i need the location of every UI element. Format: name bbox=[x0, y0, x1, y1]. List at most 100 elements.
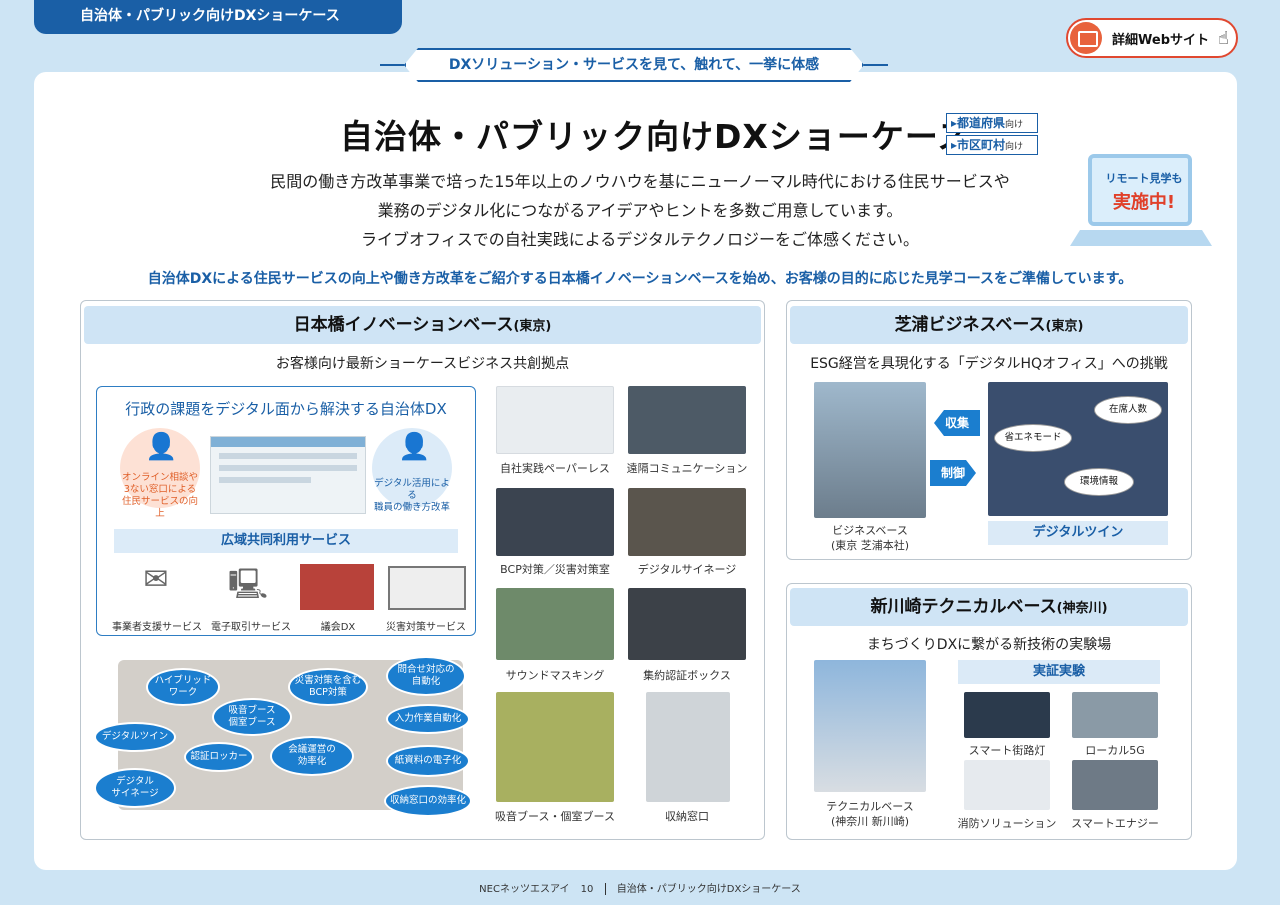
page-title: 自治体・パブリック向けDXショーケース bbox=[340, 117, 972, 156]
photo-caption: 遠隔コミュニケーション bbox=[626, 462, 748, 475]
shinkawasaki-region: (神奈川) bbox=[1056, 601, 1108, 616]
shibaura-subtitle: ESG経営を具現化する「デジタルHQオフィス」への挑戦 bbox=[810, 356, 1168, 372]
nihonbashi-header: 日本橋イノベーションベース(東京) bbox=[84, 306, 761, 344]
remote-tour-now: 実施中! bbox=[1112, 192, 1176, 213]
ribbon-line-right bbox=[862, 64, 888, 66]
nihonbashi-region: (東京) bbox=[513, 319, 552, 334]
firefighting-photo bbox=[964, 760, 1050, 810]
digital-twin-label: デジタルツイン bbox=[988, 521, 1168, 545]
bubble-meeting: 会議運営の 効率化 bbox=[270, 736, 354, 776]
tag-prefecture: ▸都道府県向け bbox=[946, 113, 1038, 133]
photo-caption: BCP対策／災害対策室 bbox=[500, 563, 610, 576]
bubble-paper-digital: 紙資料の電子化 bbox=[386, 745, 470, 777]
tag-prefecture-label: 都道府県 bbox=[957, 116, 1006, 130]
photo-caption: 集約認証ボックス bbox=[643, 669, 731, 682]
web-site-label: 詳細Webサイト bbox=[1112, 33, 1209, 48]
shibaura-region: (東京) bbox=[1045, 319, 1084, 334]
ribbon-line-left bbox=[380, 64, 406, 66]
gov-dx-title: 行政の課題をデジタル面から解決する自治体DX bbox=[125, 400, 447, 418]
circle-text: 住民サービスの向上 bbox=[121, 496, 198, 519]
staff-person-icon: 👤 bbox=[398, 432, 431, 462]
tag-municipality: ▸市区町村向け bbox=[946, 135, 1038, 155]
lead-line-1: 民間の働き方改革事業で培った15年以上のノウハウを基にニューノーマル時代における… bbox=[270, 172, 1010, 191]
ribbon-text: DXソリューション・サービスを見て、触れて、一挙に体感 bbox=[406, 50, 862, 80]
disaster-system-icon bbox=[388, 566, 466, 610]
shinkawasaki-title: 新川崎テクニカルベース bbox=[870, 597, 1057, 617]
shared-service-band: 広域共同利用サービス bbox=[114, 529, 458, 553]
bubble-digital-twin: デジタルツイン bbox=[94, 722, 176, 752]
footer-section: 自治体・パブリック向けDXショーケース bbox=[616, 884, 801, 895]
local5g-photo bbox=[1072, 692, 1158, 738]
photo-caption: デジタルサイネージ bbox=[637, 563, 737, 576]
sound-masking-photo bbox=[496, 588, 614, 660]
bubble-inquiry-automation: 問合せ対応の 自動化 bbox=[386, 656, 466, 696]
tag-suffix: 向け bbox=[1005, 120, 1024, 130]
circle-text: デジタル活用による bbox=[374, 478, 450, 501]
service-label: 災害対策サービス bbox=[386, 622, 466, 633]
booth-photo bbox=[496, 692, 614, 802]
bubble-input-automation: 入力作業自動化 bbox=[386, 704, 470, 734]
remote-tour-text: リモート見学も bbox=[1105, 172, 1183, 185]
remote-tour-laptop: リモート見学も 実施中! bbox=[1070, 154, 1212, 256]
business-support-icon: ✉ bbox=[143, 562, 169, 597]
lead-line-3: ライブオフィスでの自社実践によるデジタルテクノロジーをご体感ください。 bbox=[361, 230, 919, 249]
system-screen-image bbox=[210, 436, 366, 514]
bubble-hybrid-work: ハイブリッド ワーク bbox=[146, 668, 220, 706]
pilot-caption: ローカル5G bbox=[1085, 744, 1145, 757]
twin-tag-eco: 省エネモード bbox=[994, 424, 1072, 452]
pilot-caption: スマートエナジー bbox=[1071, 817, 1159, 830]
pointer-hand-icon: ☝ bbox=[1218, 28, 1229, 49]
shibaura-caption: (東京 芝浦本社) bbox=[830, 539, 910, 552]
payment-window-photo bbox=[646, 692, 730, 802]
signage-photo bbox=[628, 488, 746, 556]
lead-line-2: 業務のデジタル化につながるアイデアやヒントを多数ご用意しています。 bbox=[377, 201, 903, 220]
bubble-window: 収納窓口の効率化 bbox=[384, 785, 472, 817]
tag-municipality-label: 市区町村 bbox=[957, 138, 1006, 152]
footer-company: NECネッツエスアイ bbox=[479, 884, 570, 895]
service-label: 電子取引サービス bbox=[211, 622, 291, 633]
laptop-screen: リモート見学も 実施中! bbox=[1088, 154, 1192, 226]
auth-box-photo bbox=[628, 588, 746, 660]
technical-base-photo bbox=[814, 660, 926, 792]
course-subheading: 自治体DXによる住民サービスの向上や働き方改革をご紹介する日本橋イノベーションベ… bbox=[147, 271, 1133, 287]
pilot-caption: 消防ソリューション bbox=[957, 817, 1057, 830]
tag-suffix: 向け bbox=[1005, 142, 1024, 152]
circle-text: 3ない窓口による bbox=[123, 484, 197, 495]
laptop-base bbox=[1070, 230, 1212, 246]
nihonbashi-subtitle: お客様向け最新ショーケースビジネス共創拠点 bbox=[275, 356, 570, 372]
shinkawasaki-subtitle: まちづくりDXに繋がる新技術の実験場 bbox=[866, 637, 1112, 653]
photo-caption: 吸音ブース・個室ブース bbox=[495, 810, 615, 823]
bubble-booth: 吸音ブース 個室ブース bbox=[212, 698, 292, 736]
remote-comm-photo bbox=[628, 386, 746, 454]
bubble-bcp: 災害対策を含む BCP対策 bbox=[288, 668, 368, 706]
smart-energy-photo bbox=[1072, 760, 1158, 810]
section-tab: 自治体・パブリック向けDXショーケース bbox=[34, 0, 402, 34]
shibaura-header: 芝浦ビジネスベース(東京) bbox=[790, 306, 1188, 344]
technical-caption: (神奈川 新川崎) bbox=[830, 815, 910, 828]
pilot-caption: スマート街路灯 bbox=[968, 744, 1046, 757]
resident-person-icon: 👤 bbox=[145, 432, 178, 462]
nihonbashi-title: 日本橋イノベーションベース bbox=[293, 315, 514, 335]
page-number: 10 bbox=[580, 884, 594, 895]
assembly-photo bbox=[300, 564, 374, 610]
web-site-button[interactable]: 詳細Webサイト ☝ bbox=[1066, 18, 1238, 58]
photo-caption: サウンドマスキング bbox=[505, 669, 605, 682]
bcp-photo bbox=[496, 488, 614, 556]
photo-caption: 収納窓口 bbox=[665, 810, 709, 823]
circle-text: オンライン相談や bbox=[121, 472, 198, 483]
service-label: 事業者支援サービス bbox=[112, 622, 202, 633]
twin-tag-env: 環境情報 bbox=[1064, 468, 1134, 496]
streetlight-photo bbox=[964, 692, 1050, 738]
e-transaction-icon: 🖳 bbox=[227, 567, 269, 602]
circle-text: 職員の働き方改革 bbox=[373, 502, 450, 513]
bubble-signage: デジタル サイネージ bbox=[94, 768, 176, 808]
service-label: 議会DX bbox=[320, 622, 356, 633]
paperless-photo bbox=[496, 386, 614, 454]
photo-caption: 自社実践ペーパーレス bbox=[500, 462, 610, 475]
technical-caption: テクニカルベース bbox=[826, 800, 914, 813]
shibaura-title: 芝浦ビジネスベース bbox=[894, 315, 1046, 335]
page-footer: NECネッツエスアイ 10 自治体・パブリック向けDXショーケース bbox=[0, 880, 1280, 895]
pilot-test-band: 実証実験 bbox=[958, 660, 1160, 684]
shibaura-building-photo bbox=[814, 382, 926, 518]
bubble-locker: 認証ロッカー bbox=[184, 742, 254, 772]
